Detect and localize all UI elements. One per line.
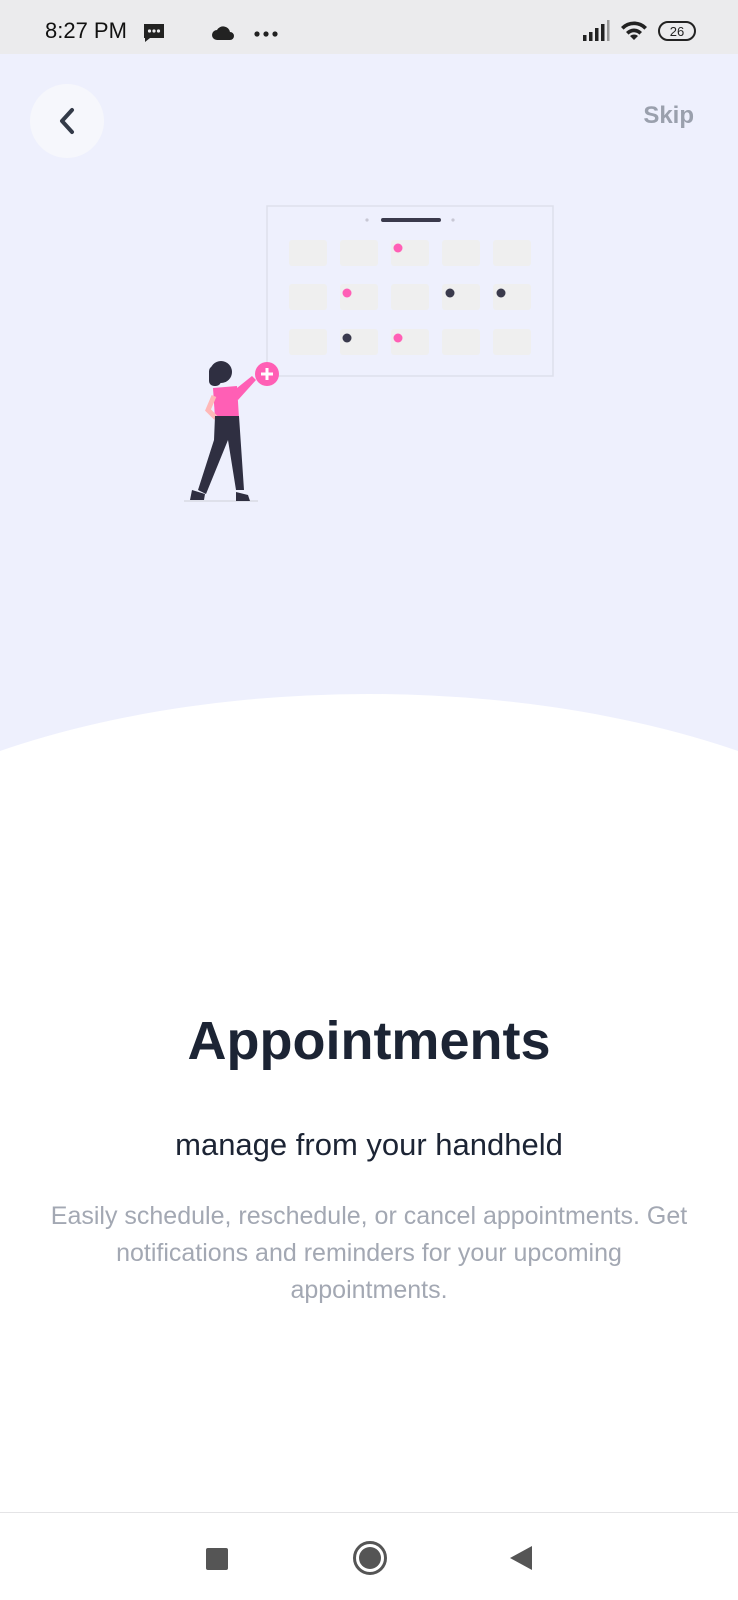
page-subtitle: manage from your handheld bbox=[175, 1127, 563, 1162]
recents-square-icon[interactable] bbox=[205, 1547, 229, 1571]
page-description: Easily schedule, reschedule, or cancel a… bbox=[50, 1202, 688, 1304]
skip-button[interactable]: Skip bbox=[643, 102, 694, 130]
back-triangle-icon[interactable] bbox=[508, 1544, 534, 1572]
system-nav-bar bbox=[0, 1512, 738, 1600]
chevron-left-icon bbox=[60, 108, 74, 134]
hero-curve bbox=[0, 694, 738, 754]
page-title: Appointments bbox=[187, 1011, 551, 1071]
home-circle-icon[interactable] bbox=[352, 1540, 388, 1576]
calendar-illustration bbox=[184, 205, 554, 502]
back-button[interactable] bbox=[30, 84, 104, 158]
